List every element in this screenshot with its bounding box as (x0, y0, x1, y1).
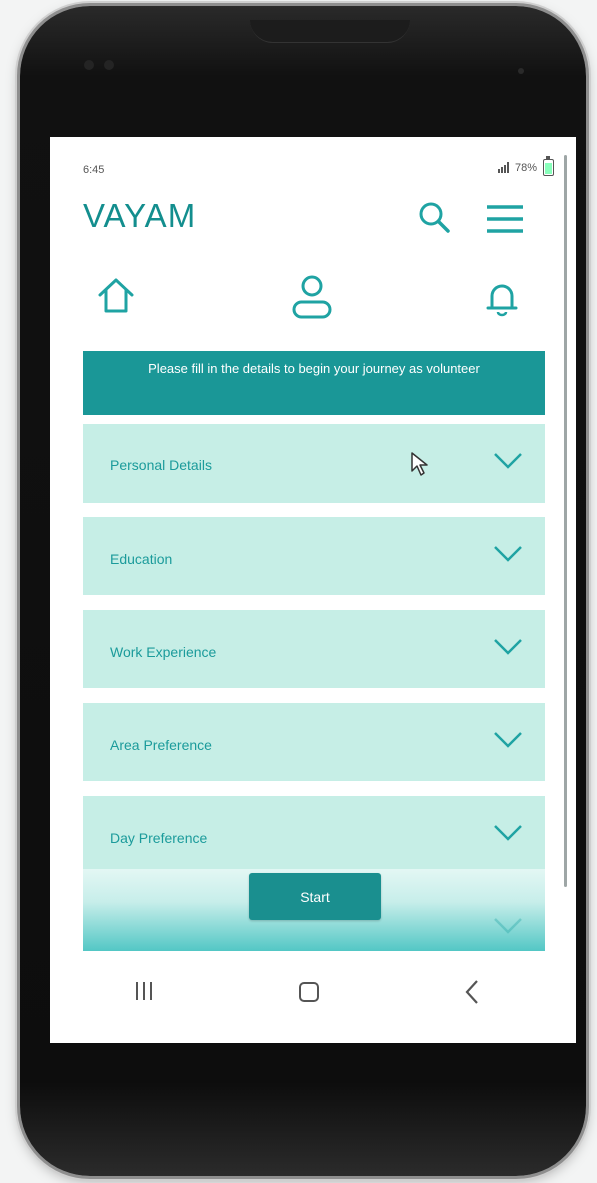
status-time: 6:45 (83, 164, 105, 176)
section-day-preference[interactable]: Day Preference (83, 796, 545, 869)
home-button[interactable] (299, 982, 319, 1002)
start-button[interactable]: Start (249, 873, 381, 920)
section-work-experience[interactable]: Work Experience (83, 610, 545, 688)
recents-button[interactable] (136, 982, 152, 1000)
section-label: Work Experience (110, 644, 217, 660)
menu-icon[interactable] (485, 204, 525, 239)
chevron-down-icon[interactable] (493, 545, 523, 568)
section-personal-details[interactable]: Personal Details (83, 424, 545, 503)
status-right: 78% (497, 156, 554, 176)
section-label: Education (110, 551, 173, 567)
battery-icon (543, 156, 554, 176)
signal-icon (497, 162, 509, 173)
banner-text: Please fill in the details to begin your… (148, 361, 480, 376)
section-label: Day Preference (110, 830, 208, 846)
chevron-down-icon[interactable] (493, 824, 523, 847)
section-education[interactable]: Education (83, 517, 545, 595)
chevron-down-icon[interactable] (493, 731, 523, 754)
app-screen: 6:45 78% VAYAM Please fill in the detail… (50, 137, 576, 1043)
search-icon[interactable] (417, 200, 451, 239)
status-bar: 6:45 78% (50, 137, 576, 177)
section-area-preference[interactable]: Area Preference (83, 703, 545, 781)
scrollbar[interactable] (564, 155, 567, 887)
front-sensor (104, 60, 114, 70)
instruction-banner: Please fill in the details to begin your… (83, 351, 545, 415)
speaker-notch (250, 20, 410, 43)
section-label: Area Preference (110, 737, 212, 753)
front-camera (84, 60, 94, 70)
chevron-down-icon (493, 917, 523, 940)
chevron-down-icon[interactable] (493, 452, 523, 475)
proximity-sensor (518, 68, 524, 74)
section-label: Personal Details (110, 457, 212, 473)
profile-icon[interactable] (290, 273, 334, 326)
back-button[interactable] (465, 979, 479, 1010)
battery-percent: 78% (514, 161, 537, 174)
bell-icon[interactable] (482, 279, 522, 324)
chevron-down-icon[interactable] (493, 638, 523, 661)
mouse-cursor-icon (410, 451, 430, 482)
app-logo: VAYAM (83, 197, 197, 234)
home-icon[interactable] (96, 276, 136, 321)
system-navigation-bar (50, 952, 576, 1042)
